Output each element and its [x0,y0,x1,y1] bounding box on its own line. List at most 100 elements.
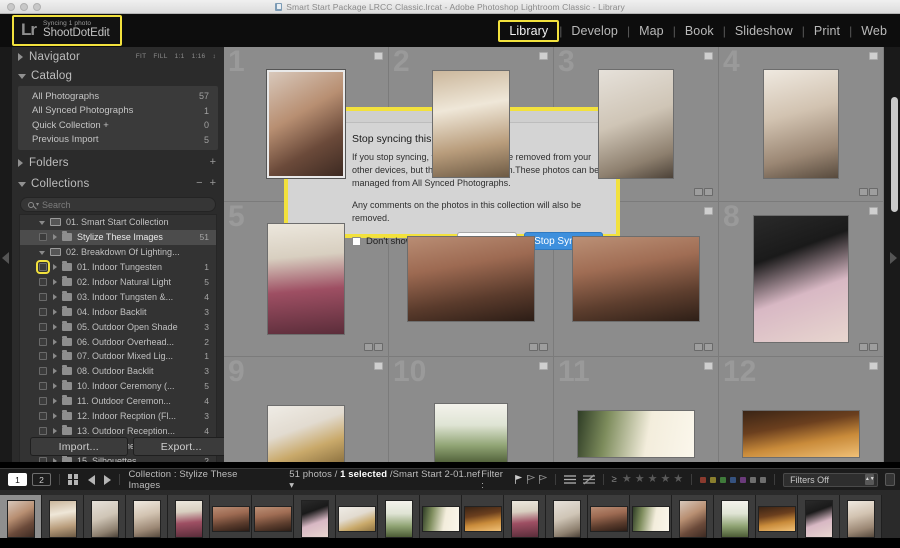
navigator-mode-FILL[interactable]: FILL [153,53,167,60]
catalog-row[interactable]: All Synced Photographs 1 [18,104,218,119]
navigator-zoom-modes[interactable]: FIT FILL 1:1 1:16 ↕ [136,53,216,60]
navigator-zoom-stepper-icon[interactable]: ↕ [212,53,216,60]
grid-cell[interactable]: 11 [554,357,719,462]
filmstrip-cell[interactable] [840,495,882,543]
chevron-right-icon[interactable] [53,264,57,271]
chevron-right-icon[interactable] [53,234,57,241]
thumbnail-image[interactable] [598,69,674,179]
chevron-right-icon[interactable] [53,398,57,405]
collection-row[interactable]: 02. Breakdown Of Lighting... [20,245,216,260]
filmstrip-thumbnail[interactable] [720,500,749,538]
filter-preset-dropdown[interactable]: Filters Off ▲▼ [783,472,879,487]
star-icon[interactable]: ★ [648,474,658,485]
filmstrip-cell[interactable] [210,495,252,543]
filmstrip-thumbnail[interactable] [421,506,460,532]
cell-flag-badge[interactable] [704,52,713,60]
thumbnail-image[interactable] [753,215,849,343]
filmstrip-thumbnail[interactable] [300,500,329,538]
filmstrip-thumbnail[interactable] [589,506,628,532]
flag-unflag-icon[interactable] [526,475,535,484]
filmstrip-thumbnail[interactable] [678,500,707,538]
thumbnail-image[interactable] [267,405,345,462]
grid-cell[interactable]: 8 [719,202,884,357]
filmstrip-thumbnail[interactable] [6,500,35,538]
catalog-row[interactable]: Quick Collection + 0 [18,118,218,133]
chevron-right-icon[interactable] [53,308,57,315]
module-library[interactable]: Library [498,19,560,42]
flag-pick-icon[interactable] [514,475,523,484]
module-develop[interactable]: Develop [562,22,627,40]
dont-show-again-checkbox[interactable] [352,236,361,246]
sync-checkbox[interactable] [39,352,47,361]
color-label-chip[interactable] [760,476,767,483]
metadata-icon[interactable] [582,474,595,485]
navigator-mode-116[interactable]: 1:16 [192,53,206,60]
module-slideshow[interactable]: Slideshow [726,22,802,40]
collection-row[interactable]: Stylize These Images 51 [20,229,216,245]
panel-header-collections[interactable]: Collections − + [12,174,224,193]
thumbnail-image[interactable] [432,70,510,178]
filmstrip-cell[interactable] [126,495,168,543]
filmstrip-thumbnail[interactable] [552,500,581,538]
sync-checkbox[interactable] [39,322,47,331]
filename-dropdown-icon[interactable]: ▾ [289,480,294,491]
star-icon[interactable]: ★ [660,474,670,485]
sync-checkbox[interactable] [36,260,50,275]
filmstrip-thumbnail[interactable] [337,506,376,532]
sync-checkbox[interactable] [39,412,47,421]
navigator-mode-FIT[interactable]: FIT [136,53,147,60]
sync-checkbox[interactable] [39,456,47,462]
chevron-right-icon[interactable] [53,413,57,420]
cell-flag-badge[interactable] [704,207,713,215]
filmstrip-cell[interactable] [714,495,756,543]
arrow-left-icon[interactable] [88,474,96,485]
grid-scrollbar[interactable] [891,97,898,212]
filmstrip-thumbnail[interactable] [384,500,413,538]
filmstrip-cell[interactable] [756,495,798,543]
collection-row[interactable]: 08. Outdoor Backlit 3 [20,364,216,379]
sync-checkbox[interactable] [39,292,47,301]
right-panel-rail[interactable] [884,47,900,462]
panel-header-catalog[interactable]: Catalog [12,66,224,85]
cell-flag-badge[interactable] [869,362,878,370]
collection-row[interactable]: 11. Outdoor Ceremon... 4 [20,394,216,409]
thumbnail-image[interactable] [267,223,345,335]
filmstrip-cell[interactable] [84,495,126,543]
cell-metadata-badges[interactable] [694,343,713,351]
color-label-chip[interactable] [730,476,737,483]
cell-flag-badge[interactable] [869,207,878,215]
star-rating-filter[interactable]: ★ ★ ★ ★ ★ [622,474,683,485]
filmstrip-thumbnail[interactable] [174,500,203,538]
grid-cell[interactable]: 4 [719,47,884,202]
flag-filters[interactable] [514,475,547,484]
thumbnail-image[interactable] [763,69,839,179]
star-icon[interactable]: ★ [622,474,632,485]
left-panel-rail[interactable] [0,47,12,462]
filmstrip-thumbnail[interactable] [90,500,119,538]
chevron-right-icon[interactable] [53,293,57,300]
panel-header-folders[interactable]: Folders + [12,153,224,172]
grid-cell[interactable]: 9 [224,357,389,462]
filmstrip-cell[interactable] [252,495,294,543]
star-icon[interactable]: ★ [673,474,683,485]
chevron-down-icon[interactable] [39,221,45,226]
cell-flag-badge[interactable] [869,52,878,60]
filmstrip-cell[interactable] [294,495,336,543]
filmstrip-thumbnail[interactable] [48,500,77,538]
grid-cell[interactable]: 10 [389,357,554,462]
cell-metadata-badges[interactable] [364,343,383,351]
lock-icon[interactable] [885,473,896,486]
sync-checkbox[interactable] [39,233,47,242]
chevron-right-icon[interactable] [53,427,57,434]
chevron-right-icon[interactable] [53,338,57,345]
star-icon[interactable]: ★ [635,474,645,485]
cell-flag-badge[interactable] [374,52,383,60]
filmstrip-thumbnail[interactable] [631,506,670,532]
panel-header-navigator[interactable]: Navigator FIT FILL 1:1 1:16 ↕ [12,47,224,66]
chevron-right-icon[interactable] [53,279,57,285]
module-web[interactable]: Web [852,22,896,40]
filmstrip-thumbnail[interactable] [132,500,161,538]
export-button[interactable]: Export... [132,437,224,456]
module-print[interactable]: Print [805,22,849,40]
color-label-chip[interactable] [710,476,717,483]
